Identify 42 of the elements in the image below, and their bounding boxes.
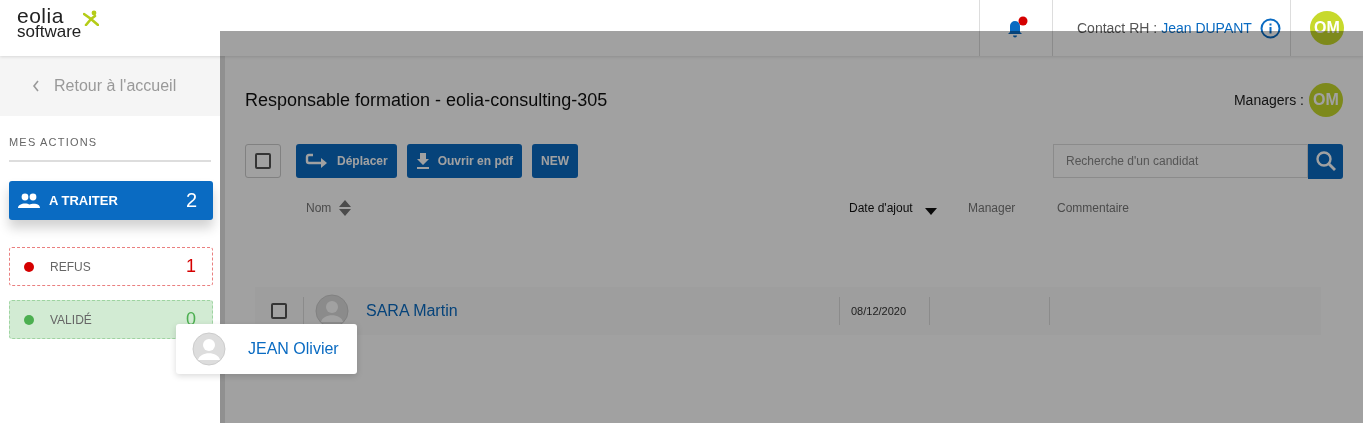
pdf-button[interactable]: Ouvrir en pdf — [406, 144, 523, 178]
sort-down-icon[interactable] — [924, 207, 937, 215]
candidate-card[interactable]: JEAN Olivier — [176, 324, 357, 374]
contact-link[interactable]: Jean DUPANT — [1161, 20, 1252, 36]
status-filter[interactable]: REFUS 1 — [9, 247, 213, 286]
page-title: Responsable formation - eolia-consulting-305 — [245, 89, 609, 111]
sort-icon[interactable] — [339, 200, 352, 216]
column-header[interactable]: Nom — [306, 201, 332, 215]
section-title: MES ACTIONS — [9, 136, 211, 162]
chevron-left-icon — [32, 80, 40, 92]
people-icon — [18, 192, 40, 209]
logo-text: eolia — [17, 8, 64, 24]
table-cell: 08/12/2020 — [851, 305, 907, 317]
filter-count: 2 — [185, 189, 197, 212]
managers-label: Managers : — [1233, 92, 1304, 108]
candidate-name[interactable]: SARA Martin — [366, 302, 458, 320]
new-button[interactable]: NEW — [532, 144, 579, 178]
search-icon — [1314, 150, 1337, 172]
search-field[interactable]: Recherche d'un candidat — [1053, 144, 1308, 178]
figure-icon — [83, 10, 100, 26]
status-dot — [24, 314, 34, 325]
move-button[interactable]: Déplacer — [296, 144, 397, 178]
column-header[interactable]: Date d'ajout — [849, 201, 913, 215]
info-icon[interactable] — [1259, 17, 1281, 39]
filter-label: A TRAITER — [49, 193, 119, 208]
logo-text: software — [17, 24, 82, 40]
row-checkbox[interactable] — [271, 303, 287, 319]
select-all-button[interactable] — [245, 144, 281, 178]
filter-label: VALIDÉ — [50, 312, 93, 327]
back-link[interactable]: Retour à l'accueil — [0, 56, 220, 116]
filter-label: REFUS — [50, 259, 92, 274]
column-header: Manager — [968, 201, 1016, 215]
select-all-checkbox[interactable] — [255, 153, 271, 169]
status-dot — [24, 261, 34, 272]
candidate-name: JEAN Olivier — [248, 340, 339, 358]
avatar-icon — [192, 332, 226, 366]
move-arrow-icon — [305, 152, 329, 170]
download-icon — [415, 152, 430, 170]
search-button[interactable] — [1308, 143, 1343, 179]
column-header: Commentaire — [1057, 201, 1130, 215]
filter-count: 1 — [186, 256, 196, 277]
status-filter[interactable]: A TRAITER 2 — [9, 181, 213, 220]
